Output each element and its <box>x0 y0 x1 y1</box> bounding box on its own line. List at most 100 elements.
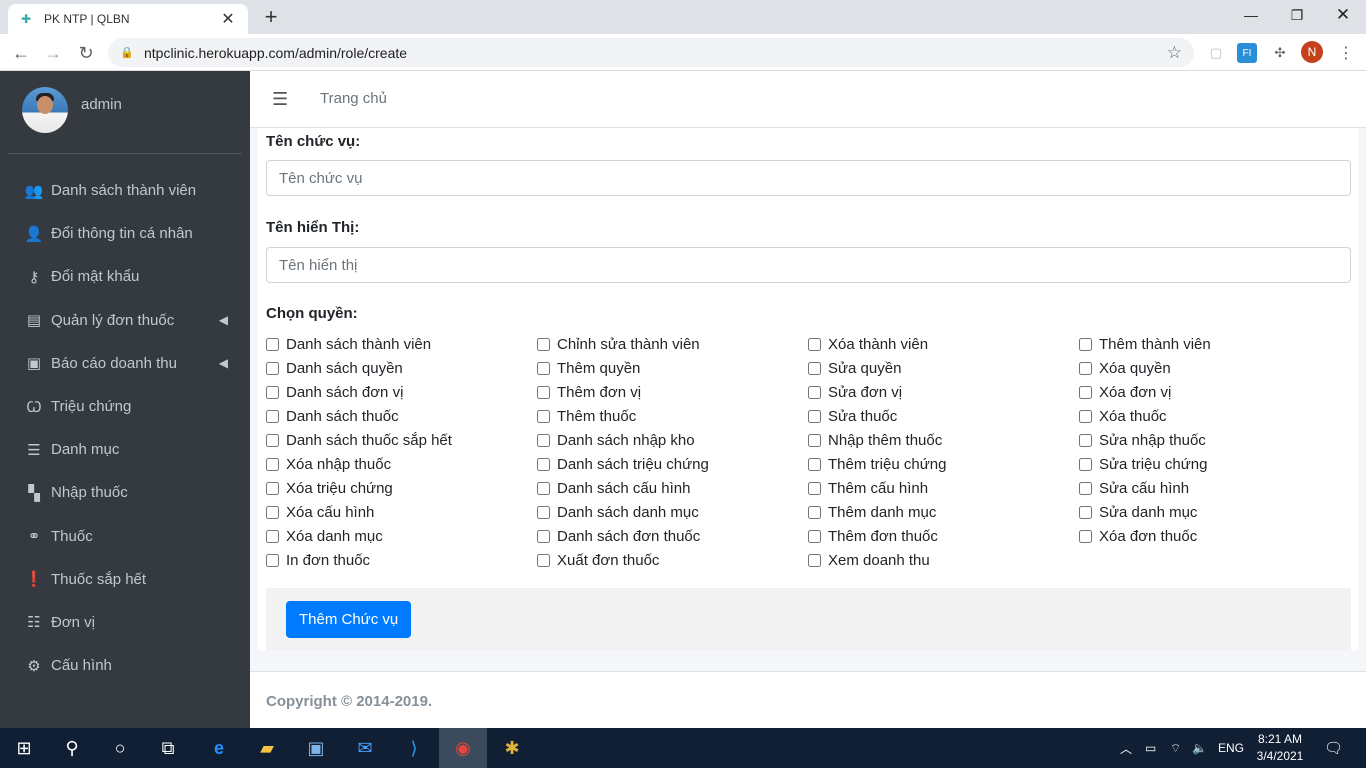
extension-icon[interactable]: ▢ <box>1206 43 1226 63</box>
permission-checkbox[interactable] <box>808 433 821 447</box>
permission-checkbox[interactable] <box>1079 457 1092 471</box>
permission-item[interactable]: Xóa đơn vị <box>1079 380 1350 404</box>
permission-checkbox[interactable] <box>537 553 550 567</box>
sidebar-item-medicine[interactable]: ⚭ Thuốc <box>8 515 242 558</box>
sidebar-item-low-stock[interactable]: ❗ Thuốc sắp hết <box>8 558 242 601</box>
browser-tab[interactable]: ✚ PK NTP | QLBN ✕ <box>8 4 248 34</box>
permission-item[interactable]: Sửa nhập thuốc <box>1079 428 1350 452</box>
vscode-icon[interactable]: ⟩ <box>390 728 438 768</box>
permission-checkbox[interactable] <box>537 505 550 519</box>
permission-item[interactable]: Danh sách đơn vị <box>266 380 537 404</box>
home-link[interactable]: Trang chủ <box>320 90 387 107</box>
permission-item[interactable]: Xem doanh thu <box>808 548 1079 572</box>
permission-item[interactable]: Danh sách thuốc sắp hết <box>266 428 537 452</box>
permission-item[interactable]: Xóa quyền <box>1079 356 1350 380</box>
store-icon[interactable]: ▣ <box>292 728 340 768</box>
permission-item[interactable]: Sửa quyền <box>808 356 1079 380</box>
permission-item[interactable]: Thêm đơn thuốc <box>808 524 1079 548</box>
permission-item[interactable]: Danh sách triệu chứng <box>537 452 808 476</box>
permission-item[interactable]: Thêm thành viên <box>1079 332 1350 356</box>
language-indicator[interactable]: ENG <box>1218 728 1244 768</box>
permission-checkbox[interactable] <box>266 481 279 495</box>
permission-item[interactable]: Thêm danh mục <box>808 500 1079 524</box>
permission-checkbox[interactable] <box>808 361 821 375</box>
permission-item[interactable]: Thêm cấu hình <box>808 476 1079 500</box>
file-explorer-icon[interactable]: ▰ <box>243 728 291 768</box>
permission-item[interactable]: Danh sách danh mục <box>537 500 808 524</box>
reload-icon[interactable]: ↻ <box>73 40 99 66</box>
sidebar-item-import[interactable]: ▚ Nhập thuốc <box>8 471 242 514</box>
restore-icon[interactable]: ❐ <box>1274 0 1320 30</box>
user-name[interactable]: admin <box>81 96 122 113</box>
clock[interactable]: 8:21 AM 3/4/2021 <box>1252 731 1308 765</box>
address-bar[interactable]: 🔒 ntpclinic.herokuapp.com/admin/role/cre… <box>108 38 1194 67</box>
sidebar-item-password[interactable]: ⚷ Đổi mật khẩu <box>8 255 242 298</box>
permission-checkbox[interactable] <box>808 529 821 543</box>
sidebar-item-profile[interactable]: 👤 Đổi thông tin cá nhân <box>8 212 242 255</box>
role-name-input[interactable] <box>266 160 1351 196</box>
permission-item[interactable]: Xóa thuốc <box>1079 404 1350 428</box>
close-tab-icon[interactable]: ✕ <box>218 9 238 29</box>
permission-checkbox[interactable] <box>537 457 550 471</box>
permission-item[interactable]: Danh sách đơn thuốc <box>537 524 808 548</box>
new-tab-button[interactable]: + <box>258 4 284 30</box>
permission-checkbox[interactable] <box>808 385 821 399</box>
permission-checkbox[interactable] <box>808 457 821 471</box>
battery-icon[interactable]: ▭ <box>1145 728 1163 768</box>
chrome-icon[interactable]: ◉ <box>439 728 487 768</box>
permission-checkbox[interactable] <box>808 337 821 351</box>
permission-checkbox[interactable] <box>537 337 550 351</box>
permission-item[interactable]: Xuất đơn thuốc <box>537 548 808 572</box>
permission-checkbox[interactable] <box>266 505 279 519</box>
star-icon[interactable]: ☆ <box>1167 43 1182 63</box>
permission-checkbox[interactable] <box>808 505 821 519</box>
forward-icon[interactable]: → <box>40 40 66 66</box>
permission-checkbox[interactable] <box>266 457 279 471</box>
permission-item[interactable]: Sửa thuốc <box>808 404 1079 428</box>
permission-item[interactable]: Danh sách nhập kho <box>537 428 808 452</box>
search-icon[interactable]: ⚲ <box>48 728 96 768</box>
permission-item[interactable]: Sửa triệu chứng <box>1079 452 1350 476</box>
back-icon[interactable]: ← <box>8 40 34 66</box>
permission-checkbox[interactable] <box>537 433 550 447</box>
sidebar-item-categories[interactable]: ☰ Danh mục <box>8 428 242 471</box>
wifi-icon[interactable]: ⌔ <box>1170 728 1188 768</box>
permission-item[interactable]: Nhập thêm thuốc <box>808 428 1079 452</box>
permission-checkbox[interactable] <box>266 337 279 351</box>
sidebar-item-settings[interactable]: ⚙ Cấu hình <box>8 644 242 687</box>
cortana-icon[interactable]: ○ <box>96 728 144 768</box>
permission-item[interactable]: Danh sách cấu hình <box>537 476 808 500</box>
permission-checkbox[interactable] <box>537 529 550 543</box>
hamburger-menu-icon[interactable]: ☰ <box>272 89 290 109</box>
extensions-icon[interactable]: ✣ <box>1270 43 1290 63</box>
sidebar-item-symptoms[interactable]: Ꞷ Triệu chứng <box>8 385 242 428</box>
permission-item[interactable]: Danh sách quyền <box>266 356 537 380</box>
sidebar-item-prescriptions[interactable]: ▤ Quản lý đơn thuốc ◀ <box>8 299 242 342</box>
add-role-button[interactable]: Thêm Chức vụ <box>286 601 412 638</box>
permission-checkbox[interactable] <box>266 361 279 375</box>
permission-checkbox[interactable] <box>808 409 821 423</box>
permission-item[interactable]: Sửa đơn vị <box>808 380 1079 404</box>
permission-checkbox[interactable] <box>1079 385 1092 399</box>
sidebar-item-units[interactable]: ☷ Đơn vị <box>8 601 242 644</box>
sidebar-item-revenue[interactable]: ▣ Báo cáo doanh thu ◀ <box>8 342 242 385</box>
avatar[interactable] <box>22 87 68 133</box>
permission-checkbox[interactable] <box>537 361 550 375</box>
minimize-icon[interactable]: — <box>1228 0 1274 30</box>
permission-checkbox[interactable] <box>266 529 279 543</box>
permission-item[interactable]: Danh sách thuốc <box>266 404 537 428</box>
permission-checkbox[interactable] <box>266 433 279 447</box>
menu-dots-icon[interactable]: ⋮ <box>1336 43 1356 63</box>
permission-checkbox[interactable] <box>1079 505 1092 519</box>
permission-item[interactable]: Danh sách thành viên <box>266 332 537 356</box>
permission-checkbox[interactable] <box>266 409 279 423</box>
permission-checkbox[interactable] <box>808 481 821 495</box>
permission-item[interactable]: Xóa cấu hình <box>266 500 537 524</box>
edge-icon[interactable]: e <box>195 728 243 768</box>
permission-item[interactable]: Thêm thuốc <box>537 404 808 428</box>
task-view-icon[interactable]: ⧉ <box>144 728 192 768</box>
sidebar-item-users[interactable]: 👥 Danh sách thành viên <box>8 169 242 212</box>
permission-item[interactable]: In đơn thuốc <box>266 548 537 572</box>
mail-icon[interactable]: ✉ <box>341 728 389 768</box>
permission-checkbox[interactable] <box>1079 409 1092 423</box>
